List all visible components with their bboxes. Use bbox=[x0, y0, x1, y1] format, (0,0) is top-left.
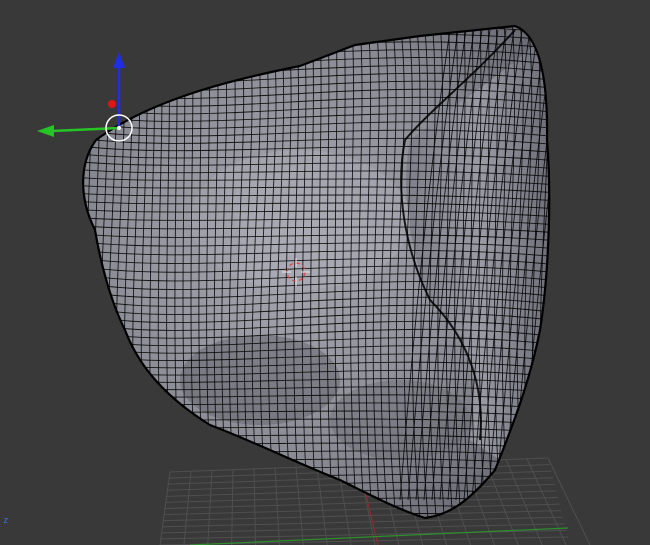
wire-line bbox=[83, 512, 550, 518]
viewport-scene[interactable] bbox=[0, 0, 650, 545]
view-axis-label: z bbox=[3, 516, 9, 526]
manipulator-center-dot[interactable] bbox=[117, 126, 121, 130]
grid-line bbox=[164, 497, 559, 509]
x-axis-handle[interactable] bbox=[108, 100, 116, 108]
grid-line bbox=[231, 469, 234, 545]
wire-line bbox=[83, 26, 87, 518]
grid-line bbox=[547, 457, 591, 545]
wire-line bbox=[92, 26, 103, 518]
wire-line bbox=[84, 26, 95, 518]
grid-line bbox=[316, 466, 328, 545]
transform-manipulator[interactable] bbox=[37, 52, 133, 142]
grid-line bbox=[164, 503, 560, 516]
z-axis-arrow-head[interactable] bbox=[113, 52, 125, 68]
3d-viewport[interactable]: z bbox=[0, 0, 650, 545]
y-axis-arrow-head[interactable] bbox=[37, 125, 54, 137]
grid-line bbox=[295, 467, 304, 545]
mesh-object[interactable] bbox=[70, 20, 570, 540]
grid-line bbox=[274, 468, 280, 545]
grid-line bbox=[253, 468, 257, 545]
